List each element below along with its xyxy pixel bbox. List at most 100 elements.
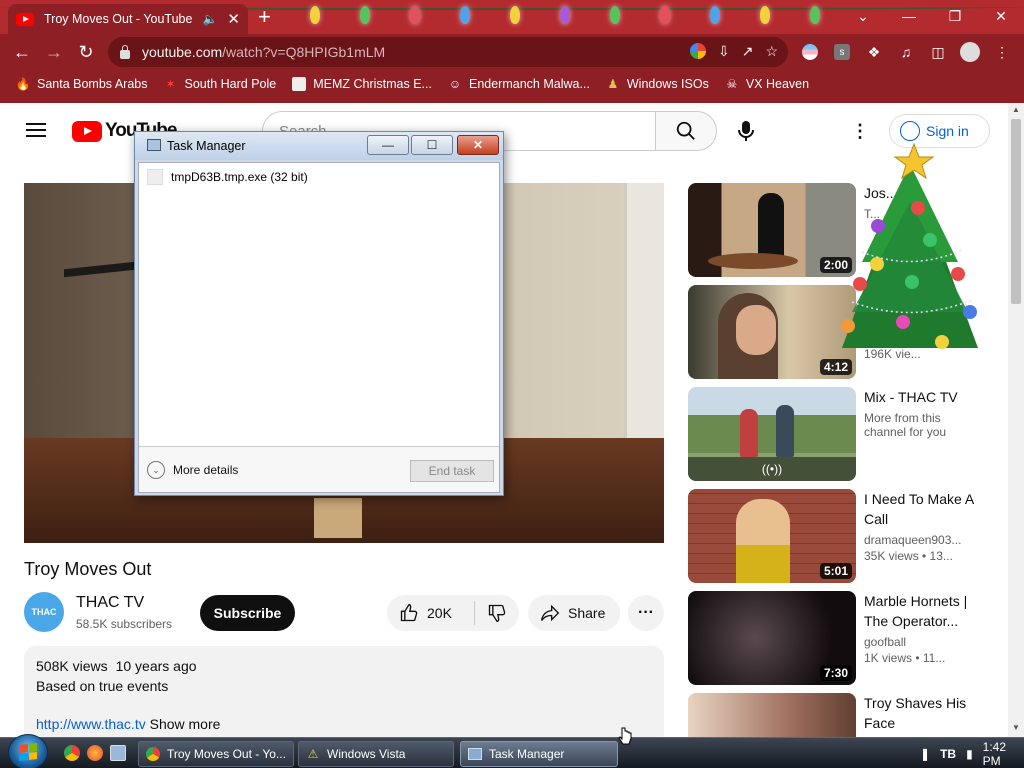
chrome-menu-icon[interactable]: ⋮: [992, 42, 1012, 62]
recommended-title: Mix - THAC TV: [864, 389, 958, 405]
minimize-button[interactable]: —: [886, 0, 932, 32]
like-button[interactable]: 20K: [387, 601, 475, 625]
recommended-video[interactable]: 5:01 I Need To Make A Call dramaqueen903…: [688, 489, 988, 583]
forward-button[interactable]: →: [42, 40, 66, 64]
tab-search-icon[interactable]: ⌄: [840, 0, 886, 32]
flag-extension-icon[interactable]: [800, 42, 820, 62]
like-count: 20K: [427, 605, 452, 621]
tray-volume-icon[interactable]: ❚: [920, 747, 930, 761]
new-tab-button[interactable]: +: [258, 4, 271, 30]
tab-close-icon[interactable]: ✕: [227, 10, 240, 28]
task-manager-window[interactable]: Task Manager — ☐ ✕ tmpD63B.tmp.exe (32 b…: [134, 131, 504, 496]
process-row[interactable]: tmpD63B.tmp.exe (32 bit): [147, 169, 308, 185]
video-thumbnail[interactable]: 7:30: [688, 591, 856, 685]
scroll-down-arrow-icon[interactable]: ▼: [1012, 723, 1020, 732]
scrollbar-thumb[interactable]: [1011, 119, 1021, 304]
windows-taskbar: Troy Moves Out - Yo... ⚠ Windows Vista T…: [0, 734, 1024, 768]
video-thumbnail[interactable]: 5:01: [688, 489, 856, 583]
close-window-button[interactable]: ✕: [978, 0, 1024, 32]
recommended-video[interactable]: Troy Shaves His Face: [688, 693, 988, 737]
windows-logo-icon: [19, 743, 37, 761]
media-control-icon[interactable]: ♫: [896, 42, 916, 62]
christmas-light-icon: [560, 6, 570, 24]
lock-icon[interactable]: [120, 44, 130, 59]
dislike-button[interactable]: [475, 603, 519, 623]
end-task-button[interactable]: End task: [410, 460, 494, 482]
s-extension-icon[interactable]: s: [832, 42, 852, 62]
search-button[interactable]: [655, 111, 717, 151]
restore-button[interactable]: ❐: [932, 0, 978, 32]
clock[interactable]: 1:42 PM: [983, 740, 1024, 768]
firefox-quicklaunch-icon[interactable]: [87, 745, 103, 761]
christmas-light-icon: [660, 6, 670, 24]
video-thumbnail[interactable]: [688, 693, 856, 737]
bookmark-label: South Hard Pole: [184, 77, 277, 91]
warning-icon: ⚠: [307, 747, 319, 761]
install-app-icon[interactable]: ⇩: [718, 43, 730, 60]
christmas-light-icon: [310, 6, 320, 24]
chrome-quicklaunch-icon[interactable]: [64, 745, 80, 761]
subscribe-button[interactable]: Subscribe: [200, 595, 295, 631]
tray-network-icon[interactable]: ▮: [966, 747, 973, 761]
christmas-light-icon: [410, 6, 420, 24]
voice-search-button[interactable]: [727, 112, 765, 150]
task-manager-footer: ⌄ More details End task: [139, 446, 499, 492]
side-panel-icon[interactable]: ◫: [928, 42, 948, 62]
more-details-button[interactable]: ⌄ More details: [147, 461, 238, 479]
page-scrollbar[interactable]: ▲ ▼: [1008, 103, 1024, 737]
christmas-light-icon: [360, 6, 370, 24]
show-more-link[interactable]: Show more: [150, 716, 221, 732]
bookmark-item[interactable]: MEMZ Christmas E...: [292, 77, 432, 91]
bookmark-item[interactable]: ☠ VX Heaven: [725, 77, 809, 91]
more-actions-button[interactable]: ···: [628, 595, 664, 631]
back-button[interactable]: ←: [10, 40, 34, 64]
more-details-label: More details: [173, 463, 239, 477]
taskbar-item-windows-vista[interactable]: ⚠ Windows Vista: [298, 741, 454, 767]
show-desktop-icon[interactable]: [110, 745, 126, 761]
bookmark-item[interactable]: 🔥 Santa Bombs Arabs: [16, 77, 148, 91]
tm-maximize-button[interactable]: ☐: [411, 135, 453, 155]
reload-button[interactable]: ↻: [74, 40, 98, 64]
description-link[interactable]: http://www.thac.tv: [36, 716, 146, 732]
bookmark-item[interactable]: ☺ Endermanch Malwa...: [448, 77, 590, 91]
profile-avatar[interactable]: [960, 42, 980, 62]
start-button[interactable]: [8, 734, 48, 768]
speaker-icon[interactable]: 🔈: [202, 12, 217, 26]
tm-minimize-button[interactable]: —: [367, 135, 409, 155]
scroll-up-arrow-icon[interactable]: ▲: [1012, 105, 1020, 114]
thumbs-down-icon: [488, 604, 506, 623]
tray-app-icon[interactable]: TB: [940, 747, 956, 761]
share-button[interactable]: Share: [528, 595, 620, 631]
sign-in-label: Sign in: [926, 123, 969, 139]
bookmark-item[interactable]: ✶ South Hard Pole: [163, 77, 276, 91]
recommended-meta: 35K views • 13...: [864, 549, 953, 563]
share-page-icon[interactable]: ↗: [742, 43, 754, 60]
video-duration: 5:01: [819, 563, 852, 579]
task-manager-titlebar[interactable]: Task Manager — ☐ ✕: [135, 132, 503, 160]
google-lens-icon[interactable]: [689, 43, 706, 59]
bookmark-star-icon[interactable]: ☆: [765, 43, 778, 60]
hamburger-menu-icon[interactable]: [26, 123, 46, 137]
video-frame-box: [314, 498, 362, 538]
bookmark-label: Windows ISOs: [626, 77, 709, 91]
video-duration: 7:30: [819, 665, 852, 681]
video-thumbnail[interactable]: ((•)): [688, 387, 856, 481]
recommended-video[interactable]: 7:30 Marble Hornets | The Operator... go…: [688, 591, 988, 685]
video-frame-door: [624, 183, 664, 463]
channel-avatar[interactable]: THAC: [24, 592, 64, 632]
video-description[interactable]: 508K views 10 years ago Based on true eve…: [24, 646, 664, 737]
taskbar-item-chrome[interactable]: Troy Moves Out - Yo...: [138, 741, 294, 767]
mouse-cursor-icon: [618, 727, 632, 745]
channel-name[interactable]: THAC TV: [76, 594, 144, 612]
bookmark-item[interactable]: ♟ Windows ISOs: [606, 77, 709, 91]
extensions-puzzle-icon[interactable]: ❖: [864, 42, 884, 62]
address-bar[interactable]: youtube.com/watch?v=Q8HPIGb1mLM ⇩ ↗ ☆: [108, 37, 788, 67]
christmas-light-icon: [810, 6, 820, 24]
recommended-video[interactable]: ((•)) Mix - THAC TV More from this chann…: [688, 387, 988, 481]
settings-menu-icon[interactable]: ⋮: [850, 121, 870, 141]
recommended-title: I Need To Make A Call: [864, 491, 974, 527]
taskbar-item-task-manager[interactable]: Task Manager: [460, 741, 618, 767]
browser-tab-active[interactable]: Troy Moves Out - YouTube 🔈 ✕: [8, 4, 248, 34]
task-manager-title: Task Manager: [167, 139, 246, 153]
tm-close-button[interactable]: ✕: [457, 135, 499, 155]
